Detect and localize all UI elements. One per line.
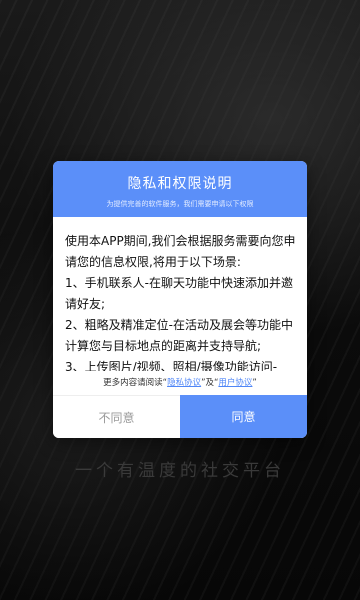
dialog-actions: 不同意 同意: [53, 395, 307, 438]
agreement-footnote: 更多内容请阅读“隐私协议”及“用户协议”: [53, 371, 307, 395]
body-paragraph-contacts: 1、手机联系人-在聊天功能中快速添加并邀请好友;: [65, 276, 293, 311]
dialog-title: 隐私和权限说明: [127, 176, 233, 192]
dialog-body[interactable]: 使用本APP期间,我们会根据服务需要向您申请您的信息权限,将用于以下场景: 1、…: [53, 217, 307, 371]
body-paragraph-intro: 使用本APP期间,我们会根据服务需要向您申请您的信息权限,将用于以下场景:: [65, 234, 296, 269]
disagree-button[interactable]: 不同意: [53, 395, 180, 438]
user-agreement-link[interactable]: 用户协议: [218, 378, 252, 388]
body-paragraph-media: 3、上传图片/视频、照相/摄像功能访问-APP的贴吧,直播,发布视频,IM功能等…: [65, 360, 278, 371]
dialog-header: 隐私和权限说明 为提供完善的软件服务，我们需要申请以下权限: [53, 161, 307, 217]
privacy-dialog: 隐私和权限说明 为提供完善的软件服务，我们需要申请以下权限 使用本APP期间,我…: [53, 161, 307, 438]
agree-button[interactable]: 同意: [180, 395, 307, 438]
body-paragraph-location: 2、粗略及精准定位-在活动及展会等功能中计算您与目标地点的距离并支持导航;: [65, 318, 293, 353]
privacy-agreement-link[interactable]: 隐私协议: [167, 378, 201, 388]
dialog-subtitle: 为提供完善的软件服务，我们需要申请以下权限: [106, 200, 254, 208]
splash-slogan: 一个有温度的社交平台: [75, 461, 285, 481]
footnote-middle: ”及“: [201, 378, 219, 388]
footnote-prefix: 更多内容请阅读“: [103, 378, 168, 388]
footnote-suffix: ”: [252, 378, 257, 388]
